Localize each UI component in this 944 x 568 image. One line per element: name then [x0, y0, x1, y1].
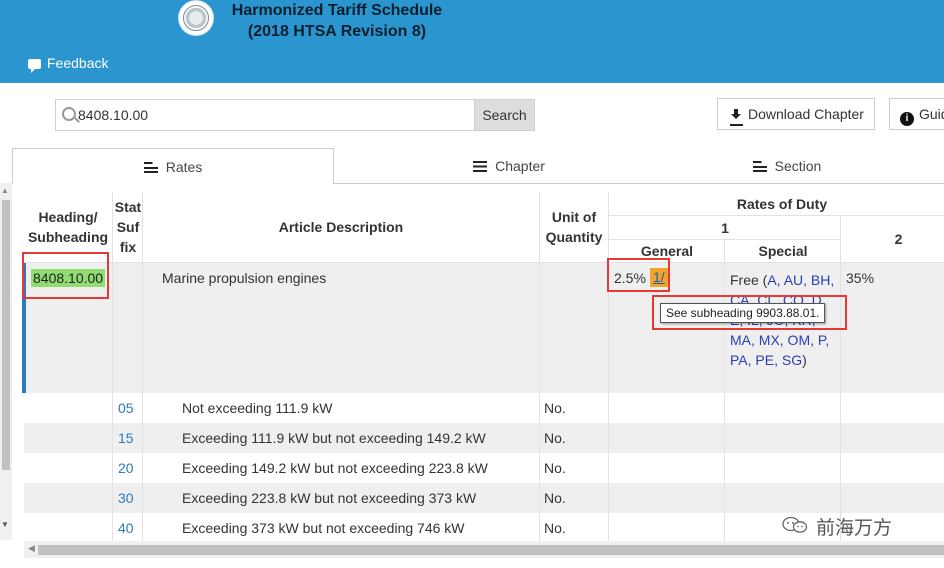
tab-rates-label: Rates: [165, 159, 203, 175]
row-description: Exceeding 111.9 kW but not exceeding 149…: [182, 430, 486, 446]
special-prefix: Free (: [730, 272, 768, 288]
wechat-icon: [782, 516, 808, 533]
column-2-rate: 35%: [846, 270, 875, 286]
scroll-up-arrow-icon[interactable]: ▲: [1, 186, 9, 195]
usitc-seal-icon: [179, 1, 213, 35]
special-suffix: ): [802, 352, 807, 368]
header-column-2: 2: [894, 231, 903, 247]
watermark-text: 前海万方: [816, 518, 893, 539]
feedback-icon: [28, 59, 41, 73]
guide-label: Guide: [919, 106, 944, 122]
download-chapter-label: Download Chapter: [748, 106, 864, 122]
tab-rates[interactable]: Rates: [12, 148, 334, 184]
horizontal-scrollbar-thumb[interactable]: [38, 545, 944, 555]
row-unit: No.: [544, 520, 566, 536]
feedback-link[interactable]: Feedback: [28, 55, 109, 73]
tab-section[interactable]: Section: [630, 148, 944, 184]
annotation-box-tooltip: [652, 295, 847, 330]
header-column-1: 1: [721, 220, 729, 236]
list-icon: [143, 162, 158, 173]
stat-suffix: 40: [118, 520, 134, 536]
row-unit: No.: [544, 400, 566, 416]
annotation-box-heading: [22, 252, 109, 299]
vertical-scrollbar-thumb[interactable]: [2, 200, 10, 470]
row-description: Exceeding 149.2 kW but not exceeding 223…: [182, 460, 488, 476]
scroll-down-arrow-icon[interactable]: ▼: [1, 520, 9, 529]
list-icon: [752, 161, 767, 172]
download-chapter-button[interactable]: Download Chapter: [717, 98, 875, 130]
tab-chapter-label: Chapter: [495, 158, 545, 174]
search-button[interactable]: Search: [474, 99, 535, 131]
search-icon: [62, 107, 76, 121]
table-row: 30 Exceeding 223.8 kW but not exceeding …: [24, 483, 944, 513]
scroll-left-arrow-icon[interactable]: ◀: [28, 543, 35, 554]
list-icon: [473, 161, 488, 172]
table-row: 20 Exceeding 149.2 kW but not exceeding …: [24, 453, 944, 483]
tab-section-label: Section: [774, 158, 822, 174]
row-description: Not exceeding 111.9 kW: [182, 400, 333, 416]
search-input[interactable]: [78, 100, 470, 130]
stat-suffix: 05: [118, 400, 134, 416]
header-rates-of-duty: Rates of Duty: [736, 196, 828, 212]
stat-suffix: 15: [118, 430, 134, 446]
header-stat-suffix: Stat Suf fix: [114, 199, 142, 255]
table-row: 15 Exceeding 111.9 kW but not exceeding …: [24, 423, 944, 453]
table-row: 05 Not exceeding 111.9 kW No.: [24, 393, 944, 423]
header-article-description: Article Description: [278, 219, 404, 235]
main-description: Marine propulsion engines: [162, 270, 327, 286]
download-icon: [730, 109, 742, 121]
row-unit: No.: [544, 430, 566, 446]
page-title: Harmonized Tariff Schedule (2018 HTSA Re…: [222, 0, 452, 42]
header-unit-of-quantity: Unit of Quantity: [545, 209, 603, 245]
guide-button[interactable]: i Guide: [889, 98, 944, 130]
row-unit: No.: [544, 490, 566, 506]
stat-suffix: 20: [118, 460, 134, 476]
title-line-1: Harmonized Tariff Schedule: [231, 2, 443, 19]
app-header: [0, 0, 944, 83]
row-unit: No.: [544, 460, 566, 476]
row-description: Exceeding 373 kW but not exceeding 746 k…: [182, 520, 465, 536]
annotation-box-general-rate: [607, 258, 670, 292]
title-line-2: (2018 HTSA Revision 8): [247, 23, 427, 40]
info-icon: i: [900, 112, 914, 126]
stat-suffix: 30: [118, 490, 134, 506]
row-description: Exceeding 223.8 kW but not exceeding 373…: [182, 490, 477, 506]
feedback-label: Feedback: [47, 55, 109, 71]
header-special: Special: [758, 243, 808, 259]
